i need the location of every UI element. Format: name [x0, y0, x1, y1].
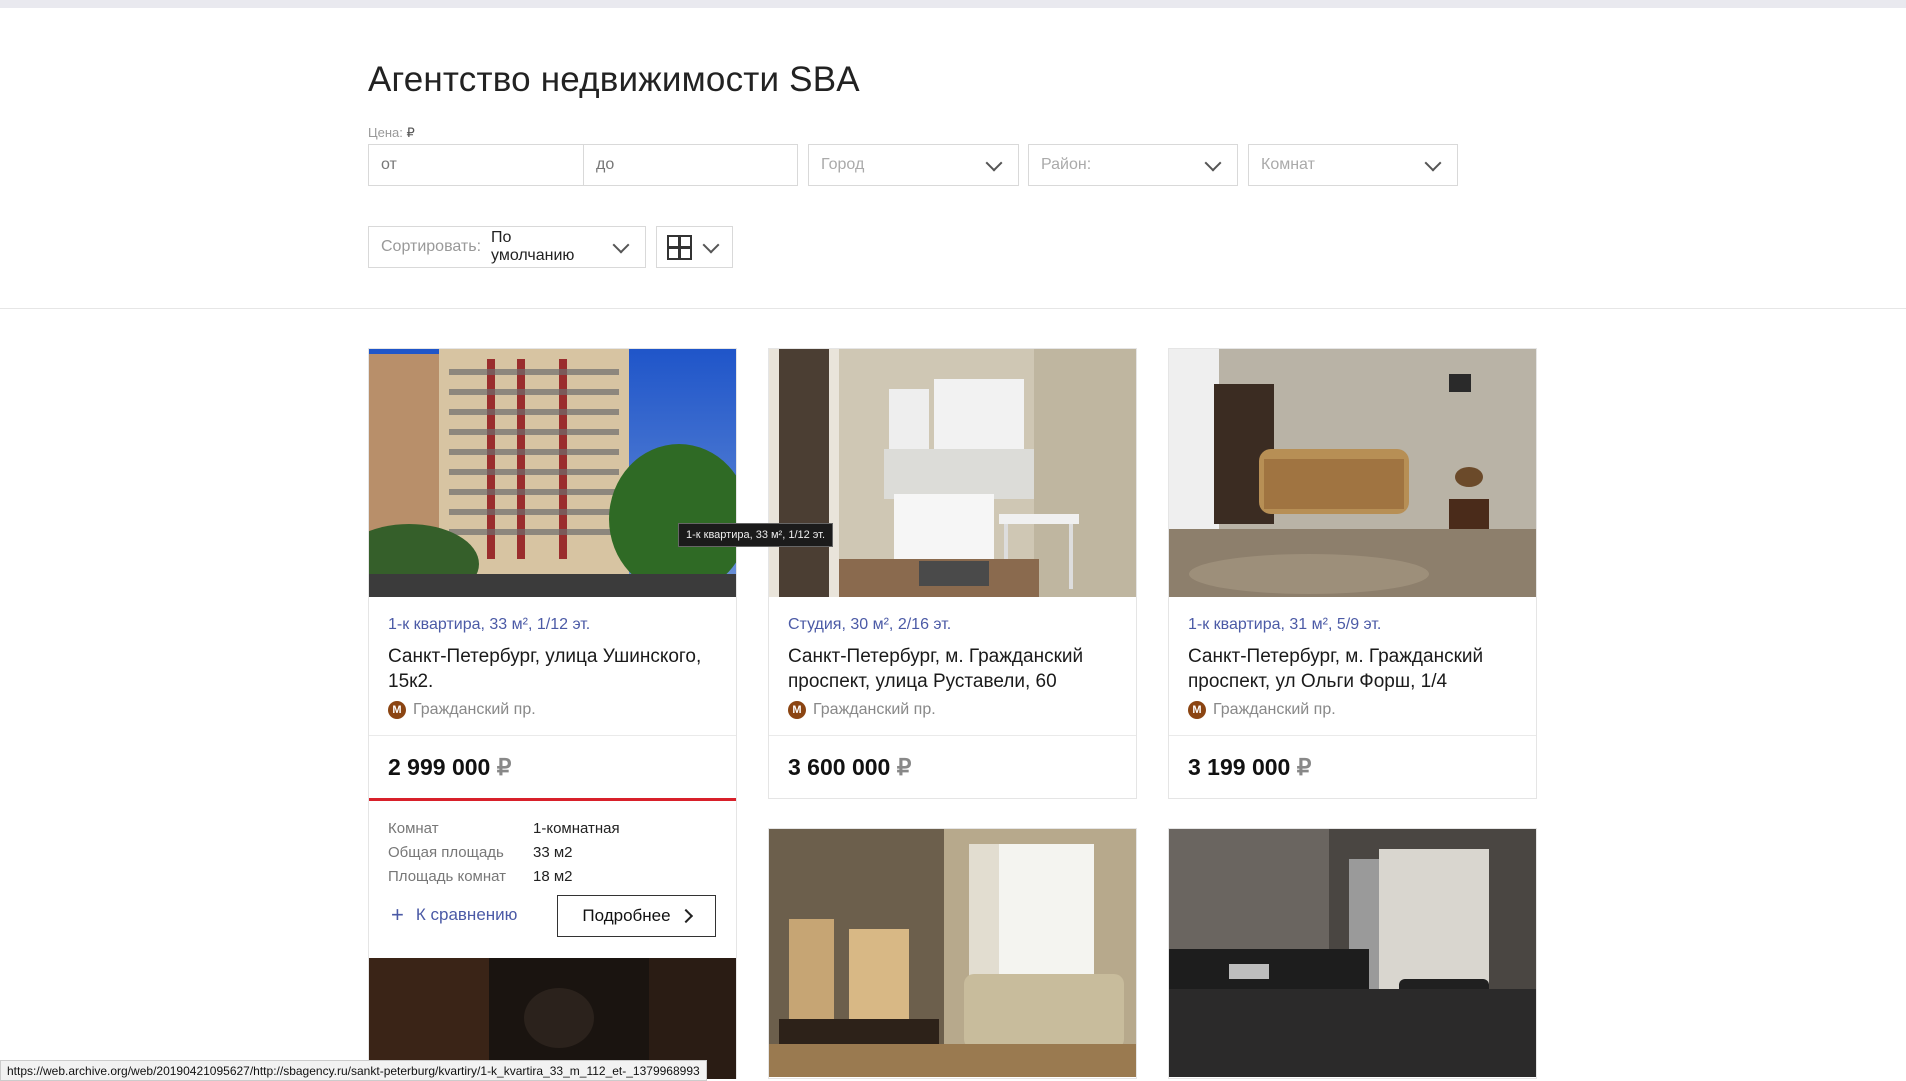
price-from-placeholder: от	[381, 156, 397, 173]
grid-view-icon	[667, 235, 692, 260]
listing-address: Санкт-Петербург, м. Гражданский проспект…	[788, 646, 1084, 692]
currency-sign: ₽	[406, 125, 415, 140]
detail-value: 33 м2	[533, 844, 573, 861]
sort-select[interactable]: Сортировать: По умолчанию	[368, 226, 646, 268]
chevron-down-icon	[1424, 154, 1442, 171]
detail-value: 18 м2	[533, 868, 573, 885]
metro-station: М Гражданский пр.	[788, 701, 936, 719]
listing-price: 3 600 000 ₽	[788, 754, 911, 781]
rooms-placeholder: Комнат	[1261, 156, 1315, 173]
metro-icon: М	[388, 701, 406, 719]
price-label: Цена: ₽	[368, 125, 415, 141]
listing-card[interactable]	[1168, 828, 1537, 1079]
chevron-down-icon	[1204, 154, 1222, 171]
metro-station: М Гражданский пр.	[1188, 701, 1336, 719]
detail-value: 1-комнатная	[533, 820, 620, 837]
sort-value: По умолчанию	[491, 229, 575, 264]
metro-station: М Гражданский пр.	[388, 701, 536, 719]
hover-accent-line	[369, 798, 736, 801]
plus-icon: +	[391, 902, 404, 927]
metro-name: Гражданский пр.	[813, 701, 936, 718]
page-title: Агентство недвижимости SBA	[368, 60, 860, 99]
district-placeholder: Район:	[1041, 156, 1092, 173]
sort-label: Сортировать:	[381, 238, 482, 255]
listing-price: 3 199 000 ₽	[1188, 754, 1311, 781]
listing-photo[interactable]	[1169, 829, 1536, 1077]
city-select[interactable]: Город	[808, 144, 1019, 186]
price-to-placeholder: до	[596, 156, 615, 173]
listing-photo[interactable]	[769, 349, 1136, 597]
listing-card[interactable]	[768, 828, 1137, 1079]
currency-sign: ₽	[1296, 754, 1312, 780]
details-button[interactable]: Подробнее	[557, 895, 716, 937]
listing-photo[interactable]	[369, 349, 736, 597]
price-value: 3 199 000	[1188, 754, 1291, 780]
listing-title[interactable]: 1-к квартира, 33 м², 1/12 эт.	[388, 616, 590, 634]
chevron-right-icon	[678, 908, 693, 924]
currency-sign: ₽	[896, 754, 912, 780]
listing-photo[interactable]	[769, 829, 1136, 1077]
detail-label: Общая площадь	[388, 844, 504, 861]
chevron-down-icon	[612, 236, 630, 253]
details-label: Подробнее	[582, 906, 671, 925]
detail-label: Комнат	[388, 820, 439, 837]
top-border	[0, 0, 1906, 8]
listing-address: Санкт-Петербург, м. Гражданский проспект…	[1188, 646, 1484, 692]
city-placeholder: Город	[821, 156, 865, 173]
price-from-input[interactable]: от	[368, 144, 584, 186]
detail-label: Площадь комнат	[388, 868, 507, 885]
listing-photo[interactable]	[1169, 349, 1536, 597]
price-value: 3 600 000	[788, 754, 891, 780]
metro-name: Гражданский пр.	[413, 701, 536, 718]
divider	[369, 735, 736, 736]
compare-label: К сравнению	[415, 905, 518, 924]
listing-title[interactable]: Студия, 30 м², 2/16 эт.	[788, 616, 951, 634]
divider	[1169, 735, 1536, 736]
listing-address: Санкт-Петербург, улица Ушинского, 15к2.	[388, 646, 702, 692]
status-bar-url: https://web.archive.org/web/201904210956…	[0, 1060, 707, 1081]
district-select[interactable]: Район:	[1028, 144, 1238, 186]
listing-price: 2 999 000 ₽	[388, 754, 511, 781]
view-mode-select[interactable]	[656, 226, 733, 268]
listing-card[interactable]: Студия, 30 м², 2/16 эт. Санкт-Петербург,…	[768, 348, 1137, 799]
metro-icon: М	[788, 701, 806, 719]
metro-icon: М	[1188, 701, 1206, 719]
price-label-text: Цена:	[368, 125, 403, 140]
price-value: 2 999 000	[388, 754, 491, 780]
chevron-down-icon	[985, 154, 1003, 171]
compare-button[interactable]: + К сравнению	[391, 904, 517, 926]
price-to-input[interactable]: до	[583, 144, 798, 186]
rooms-select[interactable]: Комнат	[1248, 144, 1458, 186]
divider	[769, 735, 1136, 736]
currency-sign: ₽	[496, 754, 512, 780]
listing-card[interactable]: 1-к квартира, 31 м², 5/9 эт. Санкт-Петер…	[1168, 348, 1537, 799]
chevron-down-icon	[702, 236, 720, 253]
metro-name: Гражданский пр.	[1213, 701, 1336, 718]
listing-card[interactable]: 1-к квартира, 33 м², 1/12 эт. Санкт-Пете…	[368, 348, 737, 958]
tooltip: 1-к квартира, 33 м², 1/12 эт.	[678, 523, 834, 547]
listing-title[interactable]: 1-к квартира, 31 м², 5/9 эт.	[1188, 616, 1381, 634]
